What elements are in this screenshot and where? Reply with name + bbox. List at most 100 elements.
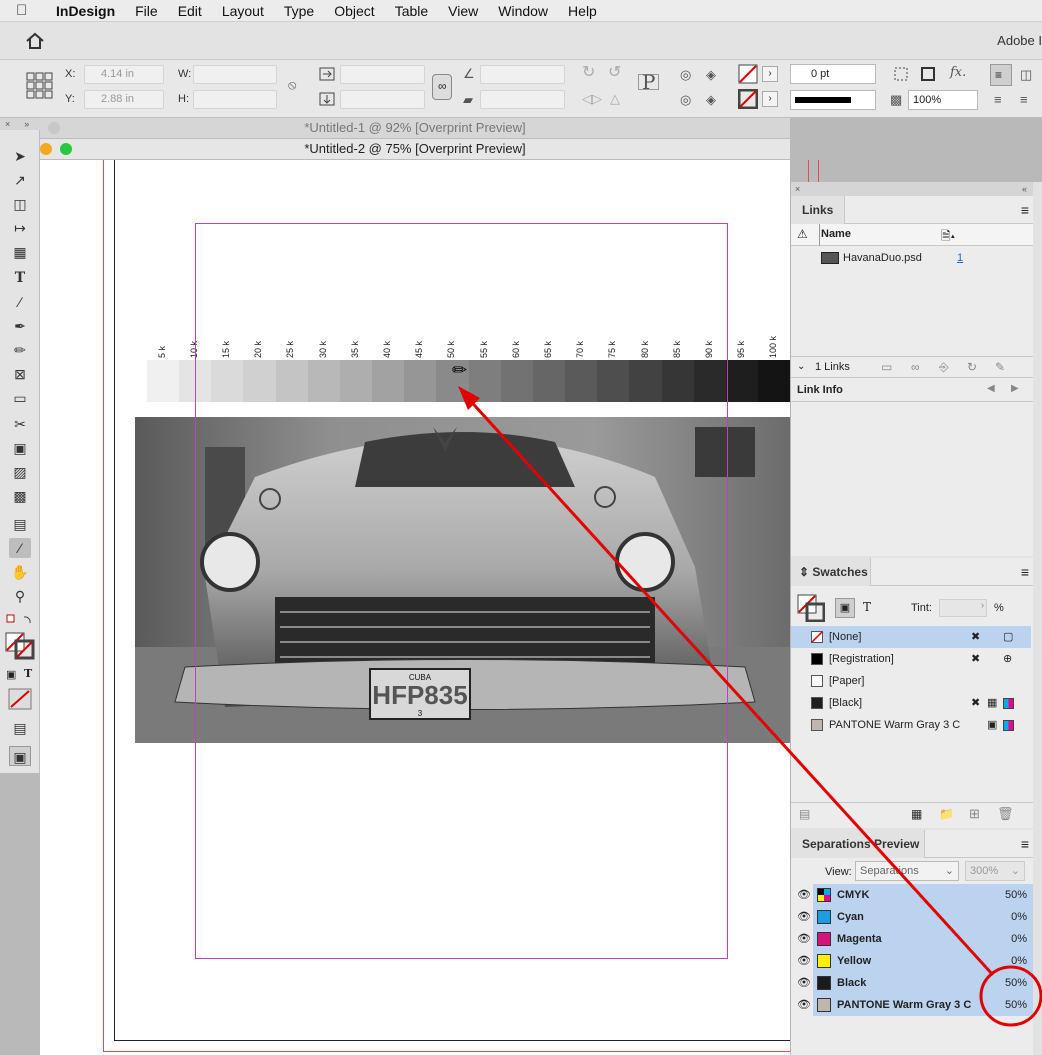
- close-icon[interactable]: ×: [5, 119, 10, 129]
- select-previous-icon[interactable]: ◈: [706, 68, 716, 82]
- normal-view-icon[interactable]: ▣: [9, 746, 31, 766]
- eye-icon[interactable]: 👁: [797, 972, 811, 994]
- rotate-ccw-icon[interactable]: ↺: [608, 65, 621, 81]
- line-tool-icon[interactable]: ∕: [9, 292, 31, 312]
- separation-row-black[interactable]: 👁 Black 50%: [791, 972, 1033, 994]
- eye-icon[interactable]: 👁: [797, 928, 811, 950]
- default-fill-stroke-icon[interactable]: [6, 614, 34, 628]
- rectangle-frame-tool-icon[interactable]: ⊠: [9, 364, 31, 384]
- width-field[interactable]: [193, 65, 277, 84]
- shear-field[interactable]: [480, 90, 565, 109]
- align-center-icon[interactable]: ≡: [994, 93, 1002, 107]
- scale-y-icon[interactable]: [319, 92, 335, 106]
- hand-tool-icon[interactable]: ✋: [9, 562, 31, 582]
- menu-edit[interactable]: Edit: [178, 3, 202, 19]
- eye-icon[interactable]: 👁: [797, 950, 811, 972]
- tab-links[interactable]: Links: [791, 196, 845, 224]
- swatch-row-black[interactable]: [Black] ✖ ▦: [791, 692, 1031, 714]
- document-canvas[interactable]: 5 k 10 k 15 k 20 k 25 k 30 k 35 k 40 k 4…: [40, 160, 819, 1055]
- view-select[interactable]: Separations ⌄: [855, 861, 959, 881]
- zoom-select[interactable]: 300% ⌄: [965, 861, 1025, 881]
- reference-point-icon[interactable]: [26, 72, 54, 100]
- effects-button[interactable]: fx.: [950, 66, 966, 80]
- zoom-tool-icon[interactable]: ⚲: [9, 586, 31, 606]
- direct-selection-tool-icon[interactable]: ↗: [9, 170, 31, 190]
- add-to-cc-icon[interactable]: ▦: [911, 807, 922, 821]
- pencil-tool-icon[interactable]: ✏: [9, 340, 31, 360]
- type-tool-icon[interactable]: T: [9, 268, 31, 288]
- direction-indicator-icon[interactable]: P: [638, 72, 660, 92]
- gradient-swatch-tool-icon[interactable]: ▨: [9, 462, 31, 482]
- new-swatch-icon[interactable]: ⊞: [969, 806, 980, 822]
- menu-file[interactable]: File: [135, 3, 158, 19]
- separation-row-magenta[interactable]: 👁 Magenta 0%: [791, 928, 1033, 950]
- gap-tool-icon[interactable]: ↦: [9, 218, 31, 238]
- menu-object[interactable]: Object: [334, 3, 374, 19]
- tab-separations-preview[interactable]: Separations Preview: [791, 830, 925, 858]
- disclosure-icon[interactable]: ⌄: [797, 361, 805, 372]
- fill-dropdown-button[interactable]: ›: [762, 66, 778, 82]
- collapse-icon[interactable]: »: [24, 119, 29, 129]
- menu-type[interactable]: Type: [284, 3, 314, 19]
- previous-link-icon[interactable]: ◀: [987, 383, 995, 394]
- note-tool-icon[interactable]: ▤: [9, 514, 31, 534]
- separation-row-cmyk[interactable]: 👁 CMYK 50%: [791, 884, 1033, 906]
- tab-swatches[interactable]: ⇕ Swatches: [791, 558, 871, 586]
- apply-none-icon[interactable]: [8, 688, 32, 710]
- delete-swatch-icon[interactable]: 🗑: [997, 806, 1014, 822]
- select-content-icon[interactable]: ◎: [680, 93, 691, 107]
- swatch-row-pantone[interactable]: PANTONE Warm Gray 3 C ▣: [791, 714, 1031, 736]
- panel-menu-icon[interactable]: ≡: [1021, 202, 1029, 218]
- collapse-icon[interactable]: «: [1022, 182, 1027, 196]
- eye-icon[interactable]: 👁: [797, 884, 811, 906]
- new-folder-icon[interactable]: 📁: [939, 807, 954, 821]
- tint-field[interactable]: ›: [939, 599, 987, 617]
- pen-tool-icon[interactable]: ✒: [9, 316, 31, 336]
- stroke-type-select[interactable]: [790, 90, 876, 110]
- constrain-scale-button[interactable]: ∞: [432, 74, 452, 100]
- content-collector-icon[interactable]: ▦: [9, 242, 31, 262]
- height-field[interactable]: [193, 90, 277, 109]
- menu-table[interactable]: Table: [395, 3, 428, 19]
- opacity-field[interactable]: 100%: [908, 90, 978, 110]
- swatch-row-none[interactable]: [None] ✖ ▢: [791, 626, 1031, 648]
- swatch-fill-stroke-icon[interactable]: [797, 594, 825, 622]
- columns-icon[interactable]: ◫: [1020, 68, 1032, 82]
- align-left-button[interactable]: ≡: [990, 64, 1012, 86]
- close-icon[interactable]: ×: [795, 184, 800, 194]
- scale-x-field[interactable]: [340, 65, 425, 84]
- update-link-icon[interactable]: ↻: [967, 360, 977, 374]
- menu-window[interactable]: Window: [498, 3, 548, 19]
- scale-x-icon[interactable]: [319, 67, 335, 81]
- menu-view[interactable]: View: [448, 3, 478, 19]
- selection-tool-icon[interactable]: ➤: [9, 146, 31, 166]
- page-tool-icon[interactable]: ◫: [9, 194, 31, 214]
- stroke-weight-field[interactable]: 0 pt: [790, 64, 876, 84]
- eyedropper-tool-icon[interactable]: ⁄: [9, 538, 31, 558]
- menu-app[interactable]: InDesign: [56, 3, 115, 19]
- gradient-feather-tool-icon[interactable]: ▩: [9, 486, 31, 506]
- stroke-none-icon[interactable]: [738, 89, 758, 109]
- text-wrap-icon[interactable]: [893, 66, 909, 82]
- fill-stroke-swatch-icon[interactable]: [5, 632, 35, 660]
- panel-menu-icon[interactable]: ≡: [1021, 836, 1029, 852]
- y-field[interactable]: 2.88 in: [84, 90, 164, 109]
- link-page-number[interactable]: 1: [957, 252, 963, 264]
- link-row[interactable]: HavanaDuo.psd 1: [791, 248, 1033, 270]
- home-icon[interactable]: [25, 32, 45, 50]
- select-container-icon[interactable]: ◎: [680, 68, 691, 82]
- constrain-proportions-icon[interactable]: ⦸: [288, 78, 296, 92]
- eye-icon[interactable]: 👁: [797, 994, 811, 1016]
- flip-vertical-icon[interactable]: △: [610, 92, 620, 106]
- rectangle-tool-icon[interactable]: ▭: [9, 388, 31, 408]
- formatting-container-icon[interactable]: ▣: [6, 668, 16, 681]
- scissors-tool-icon[interactable]: ✂: [9, 414, 31, 434]
- panel-menu-icon[interactable]: ≡: [1021, 564, 1029, 580]
- apple-icon[interactable]: : [16, 2, 36, 19]
- scale-y-field[interactable]: [340, 90, 425, 109]
- rotation-field[interactable]: [480, 65, 565, 84]
- name-column-header[interactable]: Name: [821, 228, 851, 240]
- page-column-icon[interactable]: 🗎▴: [941, 227, 955, 248]
- free-transform-tool-icon[interactable]: ▣: [9, 438, 31, 458]
- relink-icon[interactable]: ∞: [911, 360, 920, 374]
